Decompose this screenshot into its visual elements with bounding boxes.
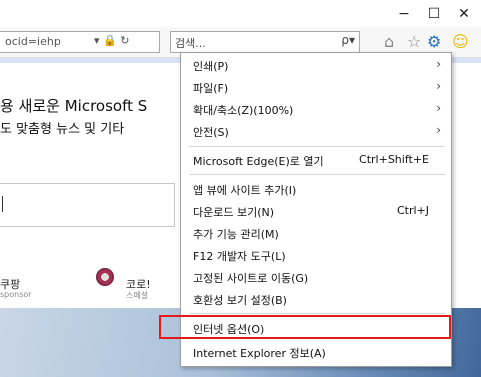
tile-coupang-sub: sponsor <box>0 290 32 299</box>
menu-separator <box>189 174 445 175</box>
menu-item-label: 다운로드 보기(N) <box>193 206 275 219</box>
menu-item-label: 추가 기능 관리(M) <box>193 228 279 241</box>
smiley-feedback-icon[interactable]: ☺ <box>452 33 469 51</box>
text-caret <box>2 196 3 212</box>
ie-window: − ☐ ✕ ocid=iehp ▾ 🔒 ↻ 검색... ρ▾ ⌂ ☆ ⚙ ☺ 용… <box>0 0 481 377</box>
title-bar: − ☐ ✕ <box>0 0 481 27</box>
headline-1: 용 새로운 Microsoft S <box>0 97 148 115</box>
menu-item-label: Internet Explorer 정보(A) <box>193 347 326 360</box>
menu-item-print[interactable]: 인쇄(P) › <box>181 55 451 75</box>
menu-item-f12-devtools[interactable]: F12 개발자 도구(L) <box>181 245 451 265</box>
menu-separator <box>189 313 445 314</box>
gear-icon[interactable]: ⚙ <box>427 33 441 51</box>
menu-item-safety[interactable]: 안전(S) › <box>181 121 451 141</box>
search-input[interactable]: 검색... ρ▾ <box>170 31 360 53</box>
menu-item-manage-addons[interactable]: 추가 기능 관리(M) <box>181 223 451 243</box>
menu-item-pinned-sites[interactable]: 고정된 사이트로 이동(G) <box>181 267 451 287</box>
menu-item-compat-view[interactable]: 호환성 보기 설정(B) <box>181 289 451 309</box>
virus-icon <box>96 268 114 286</box>
menu-item-label: F12 개발자 도구(L) <box>193 250 286 263</box>
menu-separator <box>189 146 445 147</box>
menu-item-file[interactable]: 파일(F) › <box>181 77 451 97</box>
favorites-star-icon[interactable]: ☆ <box>407 33 421 51</box>
menu-item-label: 인쇄(P) <box>193 60 229 73</box>
tile-corona-sub: 스페셜 <box>126 291 149 300</box>
menu-item-label: 확대/축소(Z)(100%) <box>193 104 294 117</box>
page-search-box[interactable] <box>0 183 175 227</box>
address-icons[interactable]: ▾ 🔒 ↻ <box>94 34 129 47</box>
menu-item-label: 호환성 보기 설정(B) <box>193 294 287 307</box>
tools-menu: 인쇄(P) › 파일(F) › 확대/축소(Z)(100%) › 안전(S) ›… <box>159 52 452 367</box>
menu-item-label: 앱 뷰에 사이트 추가(I) <box>193 184 297 197</box>
maximize-button[interactable]: ☐ <box>420 3 448 25</box>
menu-item-add-site-app-view[interactable]: 앱 뷰에 사이트 추가(I) <box>181 179 451 199</box>
headline-2: 도 맞춤형 뉴스 및 기타 <box>0 122 125 137</box>
menu-item-about-ie[interactable]: Internet Explorer 정보(A) <box>181 342 451 362</box>
minimize-button[interactable]: − <box>390 3 418 25</box>
address-url: ocid=iehp <box>5 35 61 48</box>
search-placeholder: 검색... <box>175 37 206 50</box>
menu-item-shortcut: Ctrl+Shift+E <box>359 153 429 166</box>
highlight-box <box>159 315 451 339</box>
menu-item-open-in-edge[interactable]: Microsoft Edge(E)로 열기 Ctrl+Shift+E <box>181 150 451 170</box>
chevron-right-icon: › <box>436 101 441 115</box>
menu-item-label: 안전(S) <box>193 126 229 139</box>
menu-item-label: Microsoft Edge(E)로 열기 <box>193 155 324 168</box>
search-icon[interactable]: ρ▾ <box>341 33 355 47</box>
menu-item-label: 고정된 사이트로 이동(G) <box>193 272 309 285</box>
menu-item-label: 파일(F) <box>193 82 229 95</box>
address-bar[interactable]: ocid=iehp ▾ 🔒 ↻ <box>0 31 160 53</box>
chevron-right-icon: › <box>436 123 441 137</box>
home-icon[interactable]: ⌂ <box>384 33 394 51</box>
menu-item-view-downloads[interactable]: 다운로드 보기(N) Ctrl+J <box>181 201 451 221</box>
chevron-right-icon: › <box>436 79 441 93</box>
menu-item-shortcut: Ctrl+J <box>396 204 429 217</box>
chevron-right-icon: › <box>436 57 441 71</box>
menu-item-zoom[interactable]: 확대/축소(Z)(100%) › <box>181 99 451 119</box>
close-button[interactable]: ✕ <box>450 3 478 25</box>
